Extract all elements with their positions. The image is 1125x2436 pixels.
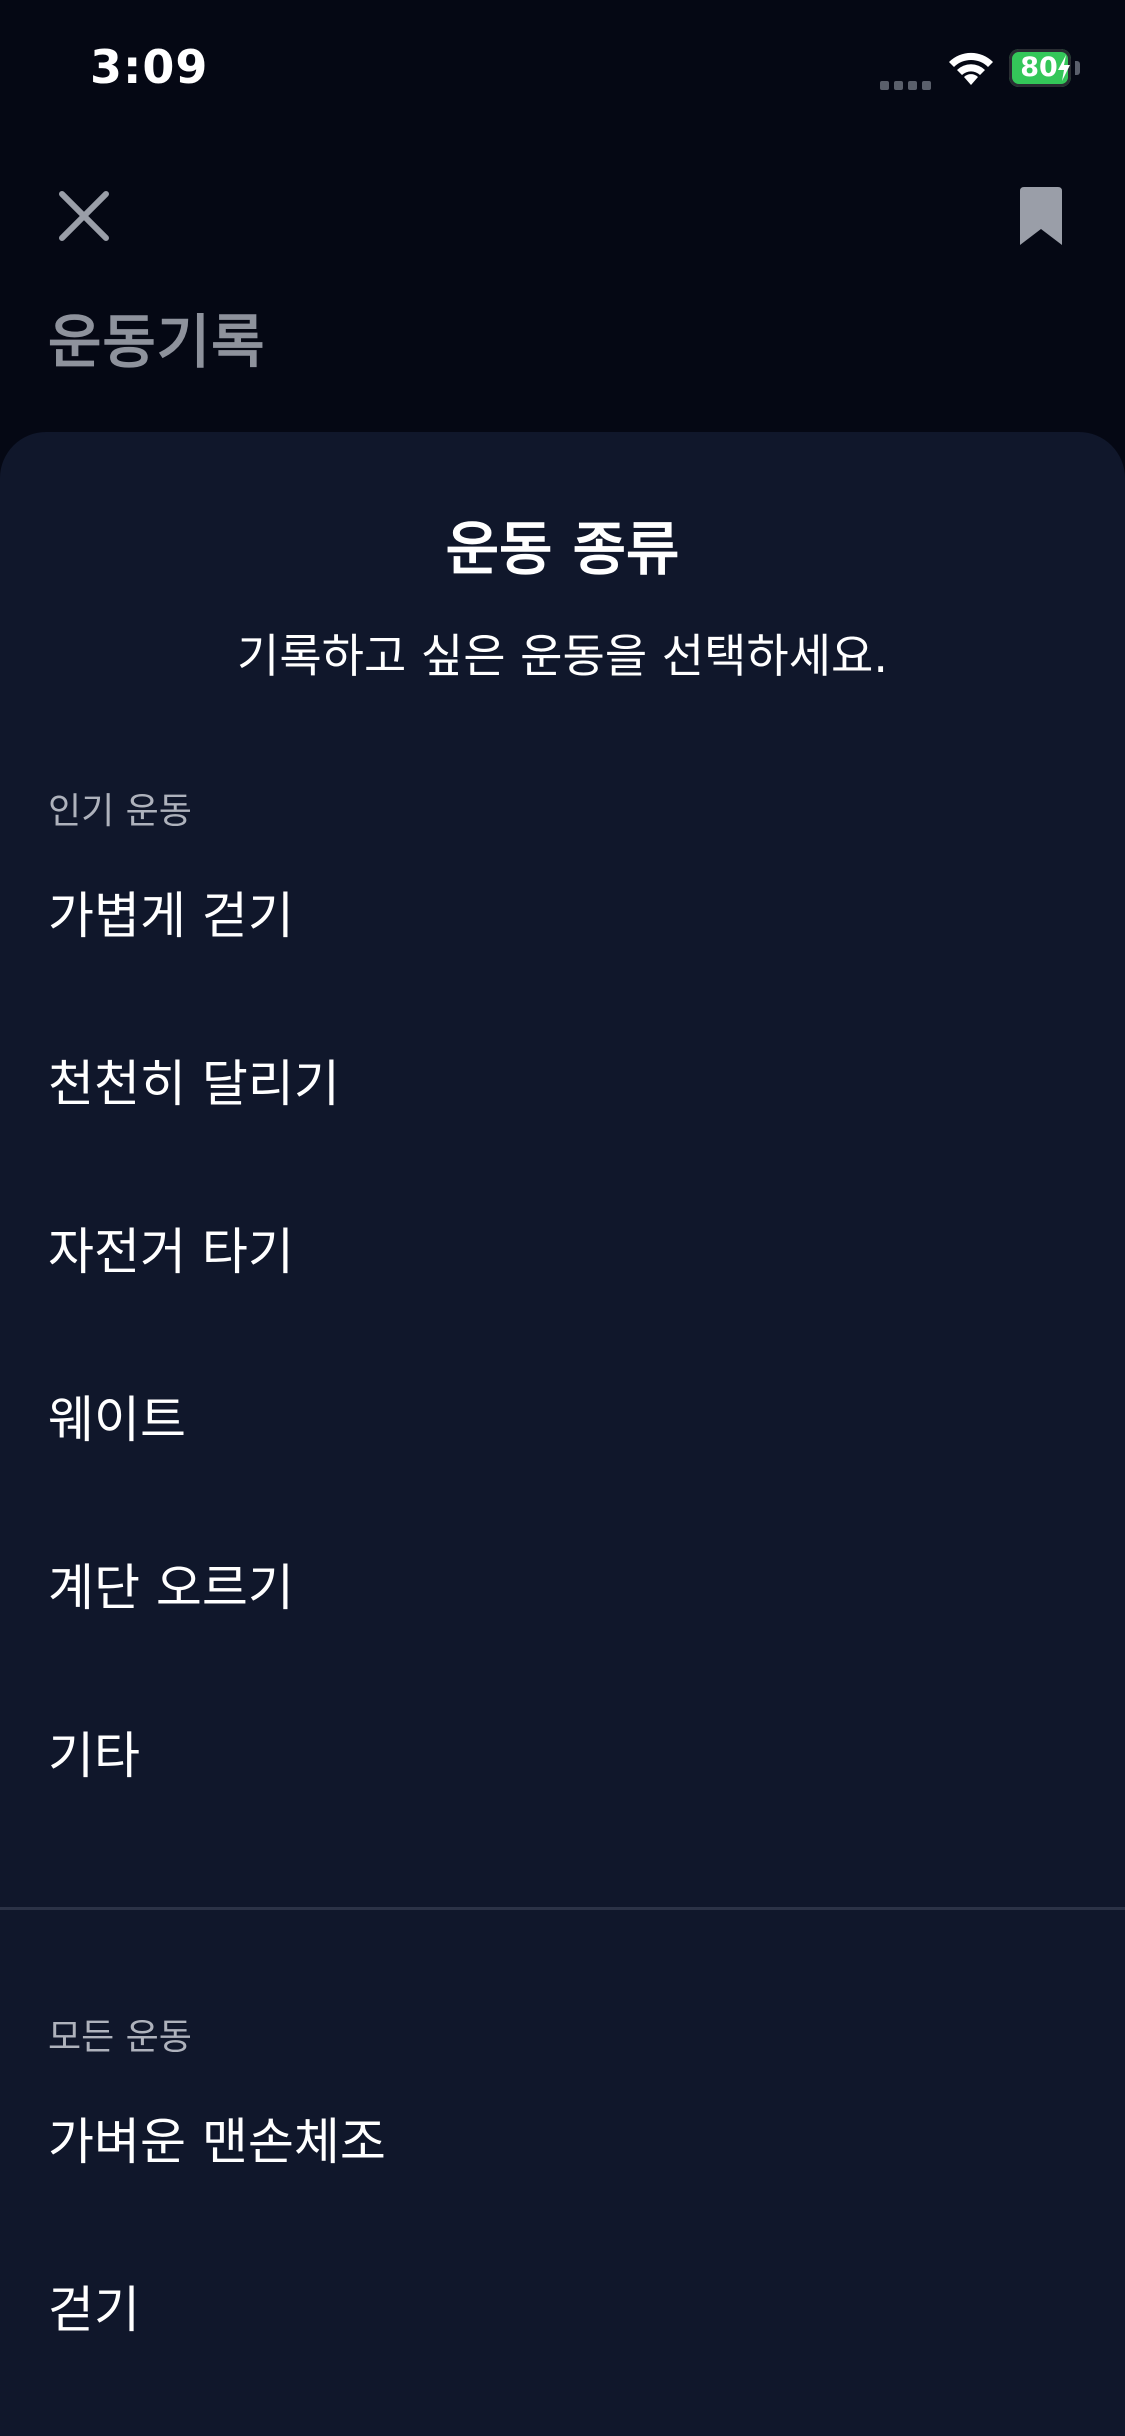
list-item-light-walk[interactable]: 가볍게 걷기 <box>0 828 1125 996</box>
list-item-other[interactable]: 기타 <box>0 1668 1125 1836</box>
cellular-signal-icon <box>880 75 936 90</box>
list-item-walk[interactable]: 걷기 <box>0 2222 1125 2390</box>
battery-cap <box>1075 61 1080 75</box>
status-bar: 3:09 80 <box>0 0 1125 140</box>
section-header-popular: 인기 운동 <box>48 791 192 832</box>
page-title: 운동기록 <box>48 308 266 376</box>
list-item-label: 계단 오르기 <box>48 1559 294 1617</box>
sheet-title: 운동 종류 <box>445 515 680 583</box>
list-item-label: 천천히 달리기 <box>48 1055 340 1113</box>
list-item-label: 걷기 <box>48 2281 140 2339</box>
sheet-subtitle: 기록하고 싶은 운동을 선택하세요. <box>237 629 888 683</box>
list-item-stair-climb[interactable]: 계단 오르기 <box>0 1500 1125 1668</box>
list-item-label: 웨이트 <box>48 1391 186 1449</box>
list-item-label: 기타 <box>48 1727 140 1785</box>
close-icon[interactable] <box>58 190 110 242</box>
section-header-all: 모든 운동 <box>48 2017 192 2058</box>
list-item-slow-run[interactable]: 천천히 달리기 <box>0 996 1125 1164</box>
list-item-cycling[interactable]: 자전거 타기 <box>0 1164 1125 1332</box>
list-item-label: 가벼운 맨손체조 <box>48 2113 386 2171</box>
list-item-label: 자전거 타기 <box>48 1223 294 1281</box>
charging-bolt-icon <box>1058 55 1070 81</box>
section-divider <box>0 1907 1125 1910</box>
list-item-light-calisthenics[interactable]: 가벼운 맨손체조 <box>0 2054 1125 2222</box>
list-item-weight[interactable]: 웨이트 <box>0 1332 1125 1500</box>
battery-icon: 80 <box>1009 49 1081 87</box>
bookmark-icon[interactable] <box>1016 185 1066 247</box>
exercise-type-sheet: 운동 종류 기록하고 싶은 운동을 선택하세요. 인기 운동 가볍게 걷기 천천… <box>0 432 1125 2436</box>
workout-record-screen: 3:09 80 운동기록 운동 종류 기록하고 싶은 운동을 선택하세요. 인기… <box>0 0 1125 2436</box>
list-item-label: 가볍게 걷기 <box>48 887 294 945</box>
status-time: 3:09 <box>90 40 209 94</box>
wifi-icon <box>949 52 993 85</box>
